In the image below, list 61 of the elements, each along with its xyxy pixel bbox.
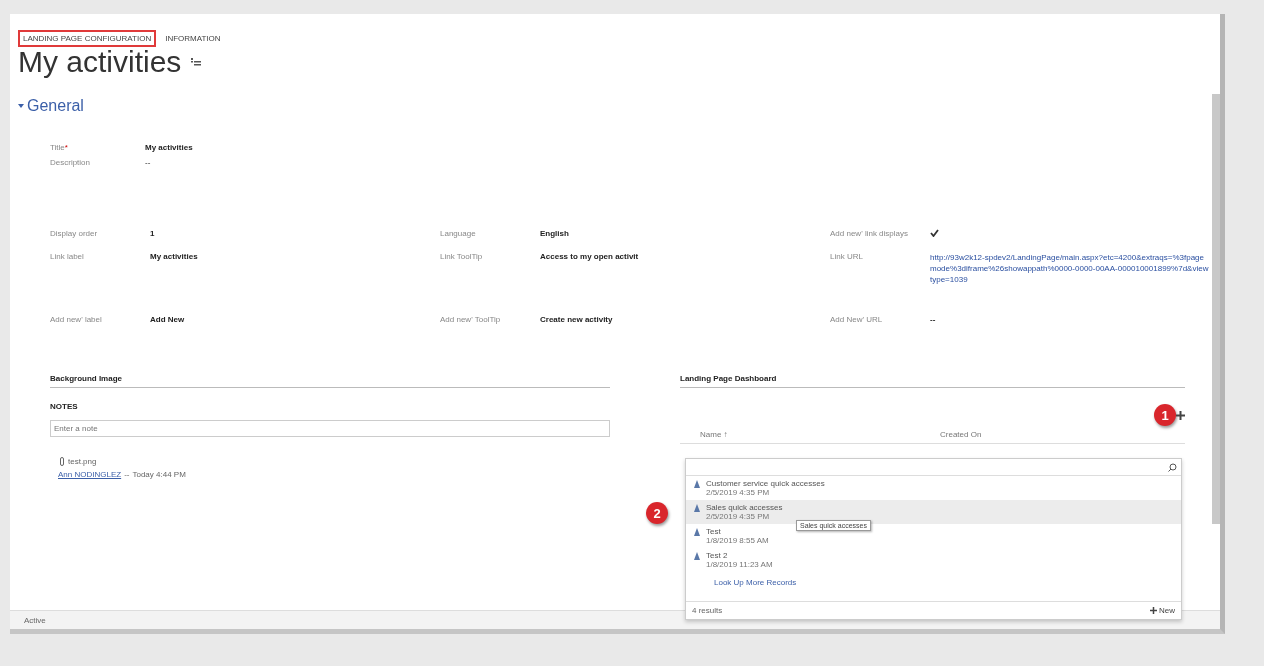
note-input[interactable]: Enter a note <box>50 420 610 437</box>
look-up-more-link[interactable]: Look Up More Records <box>686 572 1181 601</box>
lookup-item[interactable]: Customer service quick accesses 2/5/2019 4:35 PM <box>686 476 1181 500</box>
field-label: Language <box>440 229 477 238</box>
item-date: 2/5/2019 4:35 PM <box>706 512 771 521</box>
item-name: Sales quick accesses <box>706 503 783 512</box>
plus-icon <box>1150 607 1157 614</box>
field-value: My activities <box>145 143 194 152</box>
field-label: Link ToolTip <box>440 252 484 261</box>
field-value: 1 <box>150 229 156 238</box>
form-tab[interactable]: INFORMATION <box>160 30 226 47</box>
item-name: Test 2 <box>706 551 729 560</box>
field-value: Create new activity <box>540 315 614 324</box>
field-label: Link label <box>50 252 85 261</box>
list-icon[interactable] <box>191 57 202 67</box>
item-date: 2/5/2019 4:35 PM <box>706 488 771 497</box>
item-date: 1/8/2019 11:23 AM <box>706 560 773 569</box>
field-value: My activities <box>150 252 199 261</box>
field-value: -- <box>145 158 152 167</box>
dashboard-icon <box>692 551 702 561</box>
field-label: Description <box>50 158 91 167</box>
item-name: Customer service quick accesses <box>706 479 825 488</box>
attachment-name[interactable]: test.png <box>68 457 97 466</box>
step-badge: 1 <box>1154 404 1176 426</box>
search-icon[interactable] <box>1168 462 1177 472</box>
field-label: Title* <box>50 143 69 152</box>
plus-icon[interactable] <box>1176 410 1185 420</box>
section-heading: Landing Page Dashboard <box>680 374 1185 388</box>
field-label: Add new' link displays <box>830 229 909 238</box>
dashboard-icon <box>692 479 702 489</box>
item-date: 1/8/2019 8:55 AM <box>706 536 769 545</box>
result-count: 4 results <box>692 606 723 615</box>
new-button[interactable]: New <box>1150 606 1175 615</box>
section-heading: Background Image <box>50 374 610 388</box>
column-header[interactable]: Created On <box>940 430 1185 439</box>
column-header[interactable]: Name ↑ <box>700 430 940 439</box>
checkmark-icon[interactable] <box>930 229 939 237</box>
section-title[interactable]: General <box>27 97 84 115</box>
form-tab[interactable]: LANDING PAGE CONFIGURATION <box>18 30 157 47</box>
status-text: Active <box>24 615 46 625</box>
dashboard-icon <box>692 527 702 537</box>
field-value: Access to my open activit <box>540 252 640 261</box>
field-label: Link URL <box>830 252 864 261</box>
lookup-item[interactable]: Test 2 1/8/2019 11:23 AM <box>686 548 1181 572</box>
field-label: Add new' ToolTip <box>440 315 502 324</box>
step-badge: 2 <box>646 502 668 524</box>
field-value: English <box>540 229 570 238</box>
dashboard-icon <box>692 503 702 513</box>
author-link[interactable]: Ann NODINGLEZ <box>58 470 122 479</box>
note-time: Today 4:44 PM <box>132 470 186 479</box>
field-label: Add New' URL <box>830 315 884 324</box>
scrollbar[interactable] <box>1212 94 1220 524</box>
separator: -- <box>124 470 130 479</box>
notes-heading: NOTES <box>50 402 79 411</box>
caret-icon[interactable] <box>18 104 24 108</box>
field-value: Add New <box>150 315 186 324</box>
field-value: -- <box>930 315 937 324</box>
link-url[interactable]: http://93w2k12-spdev2/LandingPage/main.aspx?etc=4200&extraqs=%3fpagemode%3diframe%26showappath%0000-0000-00AA-000010001899%7d&viewtype=1039 <box>930 252 1210 285</box>
field-label: Add new' label <box>50 315 103 324</box>
field-label: Display order <box>50 229 99 238</box>
page-title: My activities <box>18 47 182 77</box>
